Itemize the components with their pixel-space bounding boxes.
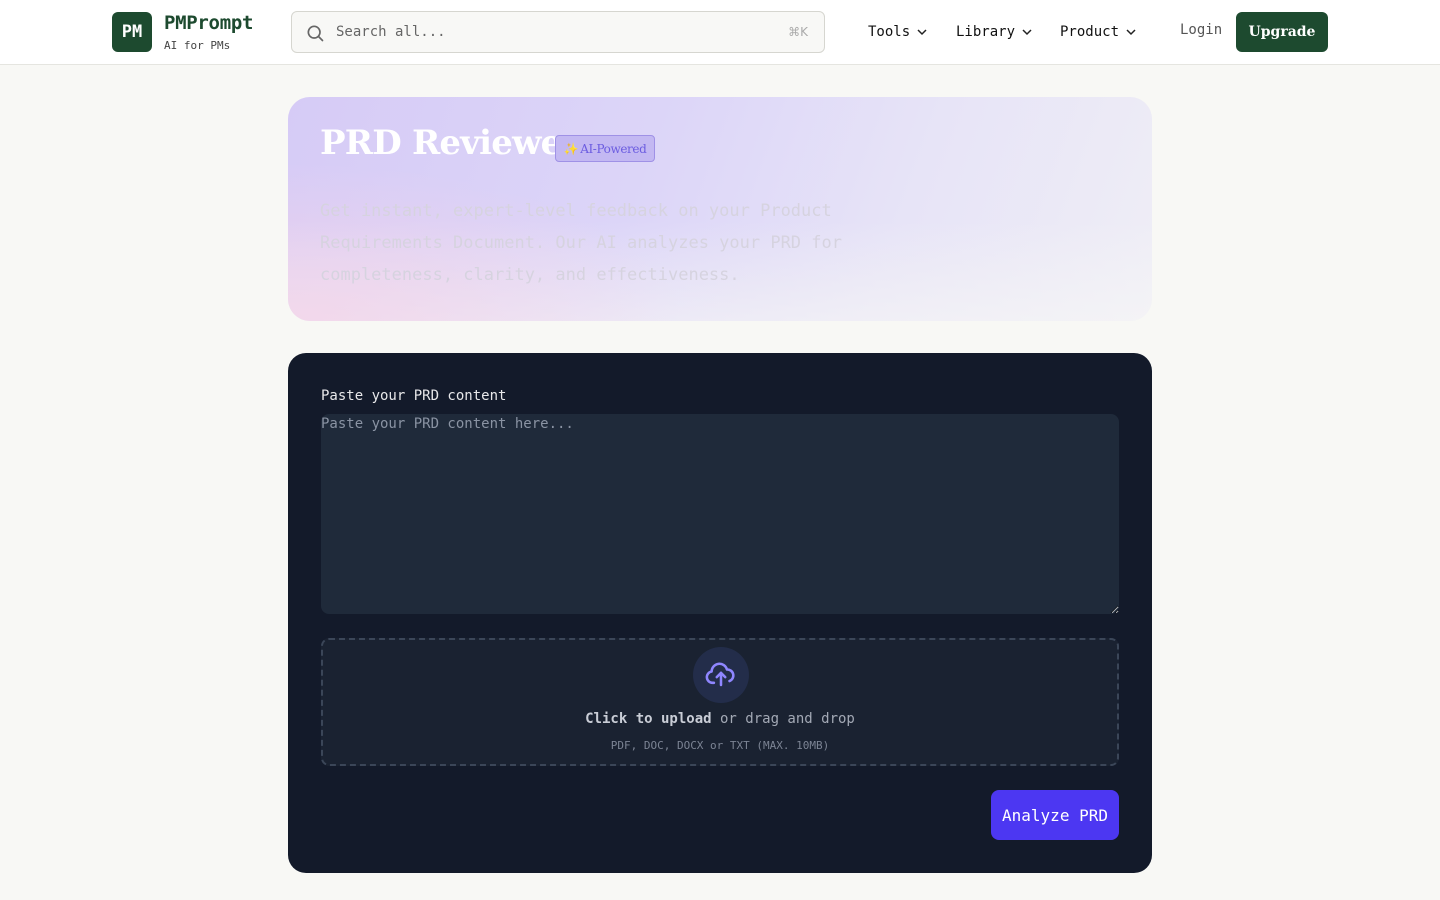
nav-library[interactable]: Library <box>956 22 1033 42</box>
ai-powered-badge: ✨ AI-Powered <box>555 135 655 162</box>
sparkles-icon: ✨ <box>563 141 579 156</box>
upload-format-hint: PDF, DOC, DOCX or TXT (MAX. 10MB) <box>610 739 830 752</box>
prd-content-label: Paste your PRD content <box>321 388 507 404</box>
nav-library-label: Library <box>956 24 1016 40</box>
hero-banner: PRD Reviewer Get instant, expert-level f… <box>288 97 1152 321</box>
nav-tools[interactable]: Tools <box>868 22 928 42</box>
search-input[interactable] <box>336 20 756 44</box>
nav-product-label: Product <box>1060 24 1120 40</box>
click-to-upload-text[interactable]: Click to upload <box>585 711 711 727</box>
hero-description: Get instant, expert-level feedback on yo… <box>320 201 842 285</box>
upload-icon-circle <box>693 647 749 703</box>
login-link[interactable]: Login <box>1180 22 1222 38</box>
file-upload-dropzone[interactable]: Click to upload or drag and drop PDF, DO… <box>321 638 1119 766</box>
logo-badge[interactable]: PM <box>112 12 152 52</box>
ai-powered-badge-label: AI-Powered <box>580 141 647 156</box>
prd-form-card: Paste your PRD content Click to upload o… <box>288 353 1152 873</box>
upload-instruction: Click to upload or drag and drop <box>323 711 1117 727</box>
search-shortcut: ⌘K <box>788 25 808 39</box>
nav-tools-label: Tools <box>868 24 911 40</box>
brand-name[interactable]: PMPrompt <box>164 12 253 34</box>
upgrade-button[interactable]: Upgrade <box>1236 12 1328 52</box>
nav-product[interactable]: Product <box>1060 22 1137 42</box>
brand-tagline: AI for PMs <box>164 39 231 52</box>
search-bar[interactable]: ⌘K <box>291 11 825 53</box>
search-icon <box>307 25 324 42</box>
analyze-prd-button[interactable]: Analyze PRD <box>991 790 1119 840</box>
chevron-down-icon <box>917 29 927 36</box>
drag-drop-text: or drag and drop <box>711 711 855 727</box>
chevron-down-icon <box>1022 29 1032 36</box>
chevron-down-icon <box>1126 29 1136 36</box>
page-title: PRD Reviewer <box>320 123 579 163</box>
cloud-upload-icon <box>705 662 735 687</box>
prd-content-textarea[interactable] <box>321 414 1119 614</box>
top-navbar: PM PMPrompt AI for PMs ⌘K Tools Library … <box>0 0 1440 65</box>
